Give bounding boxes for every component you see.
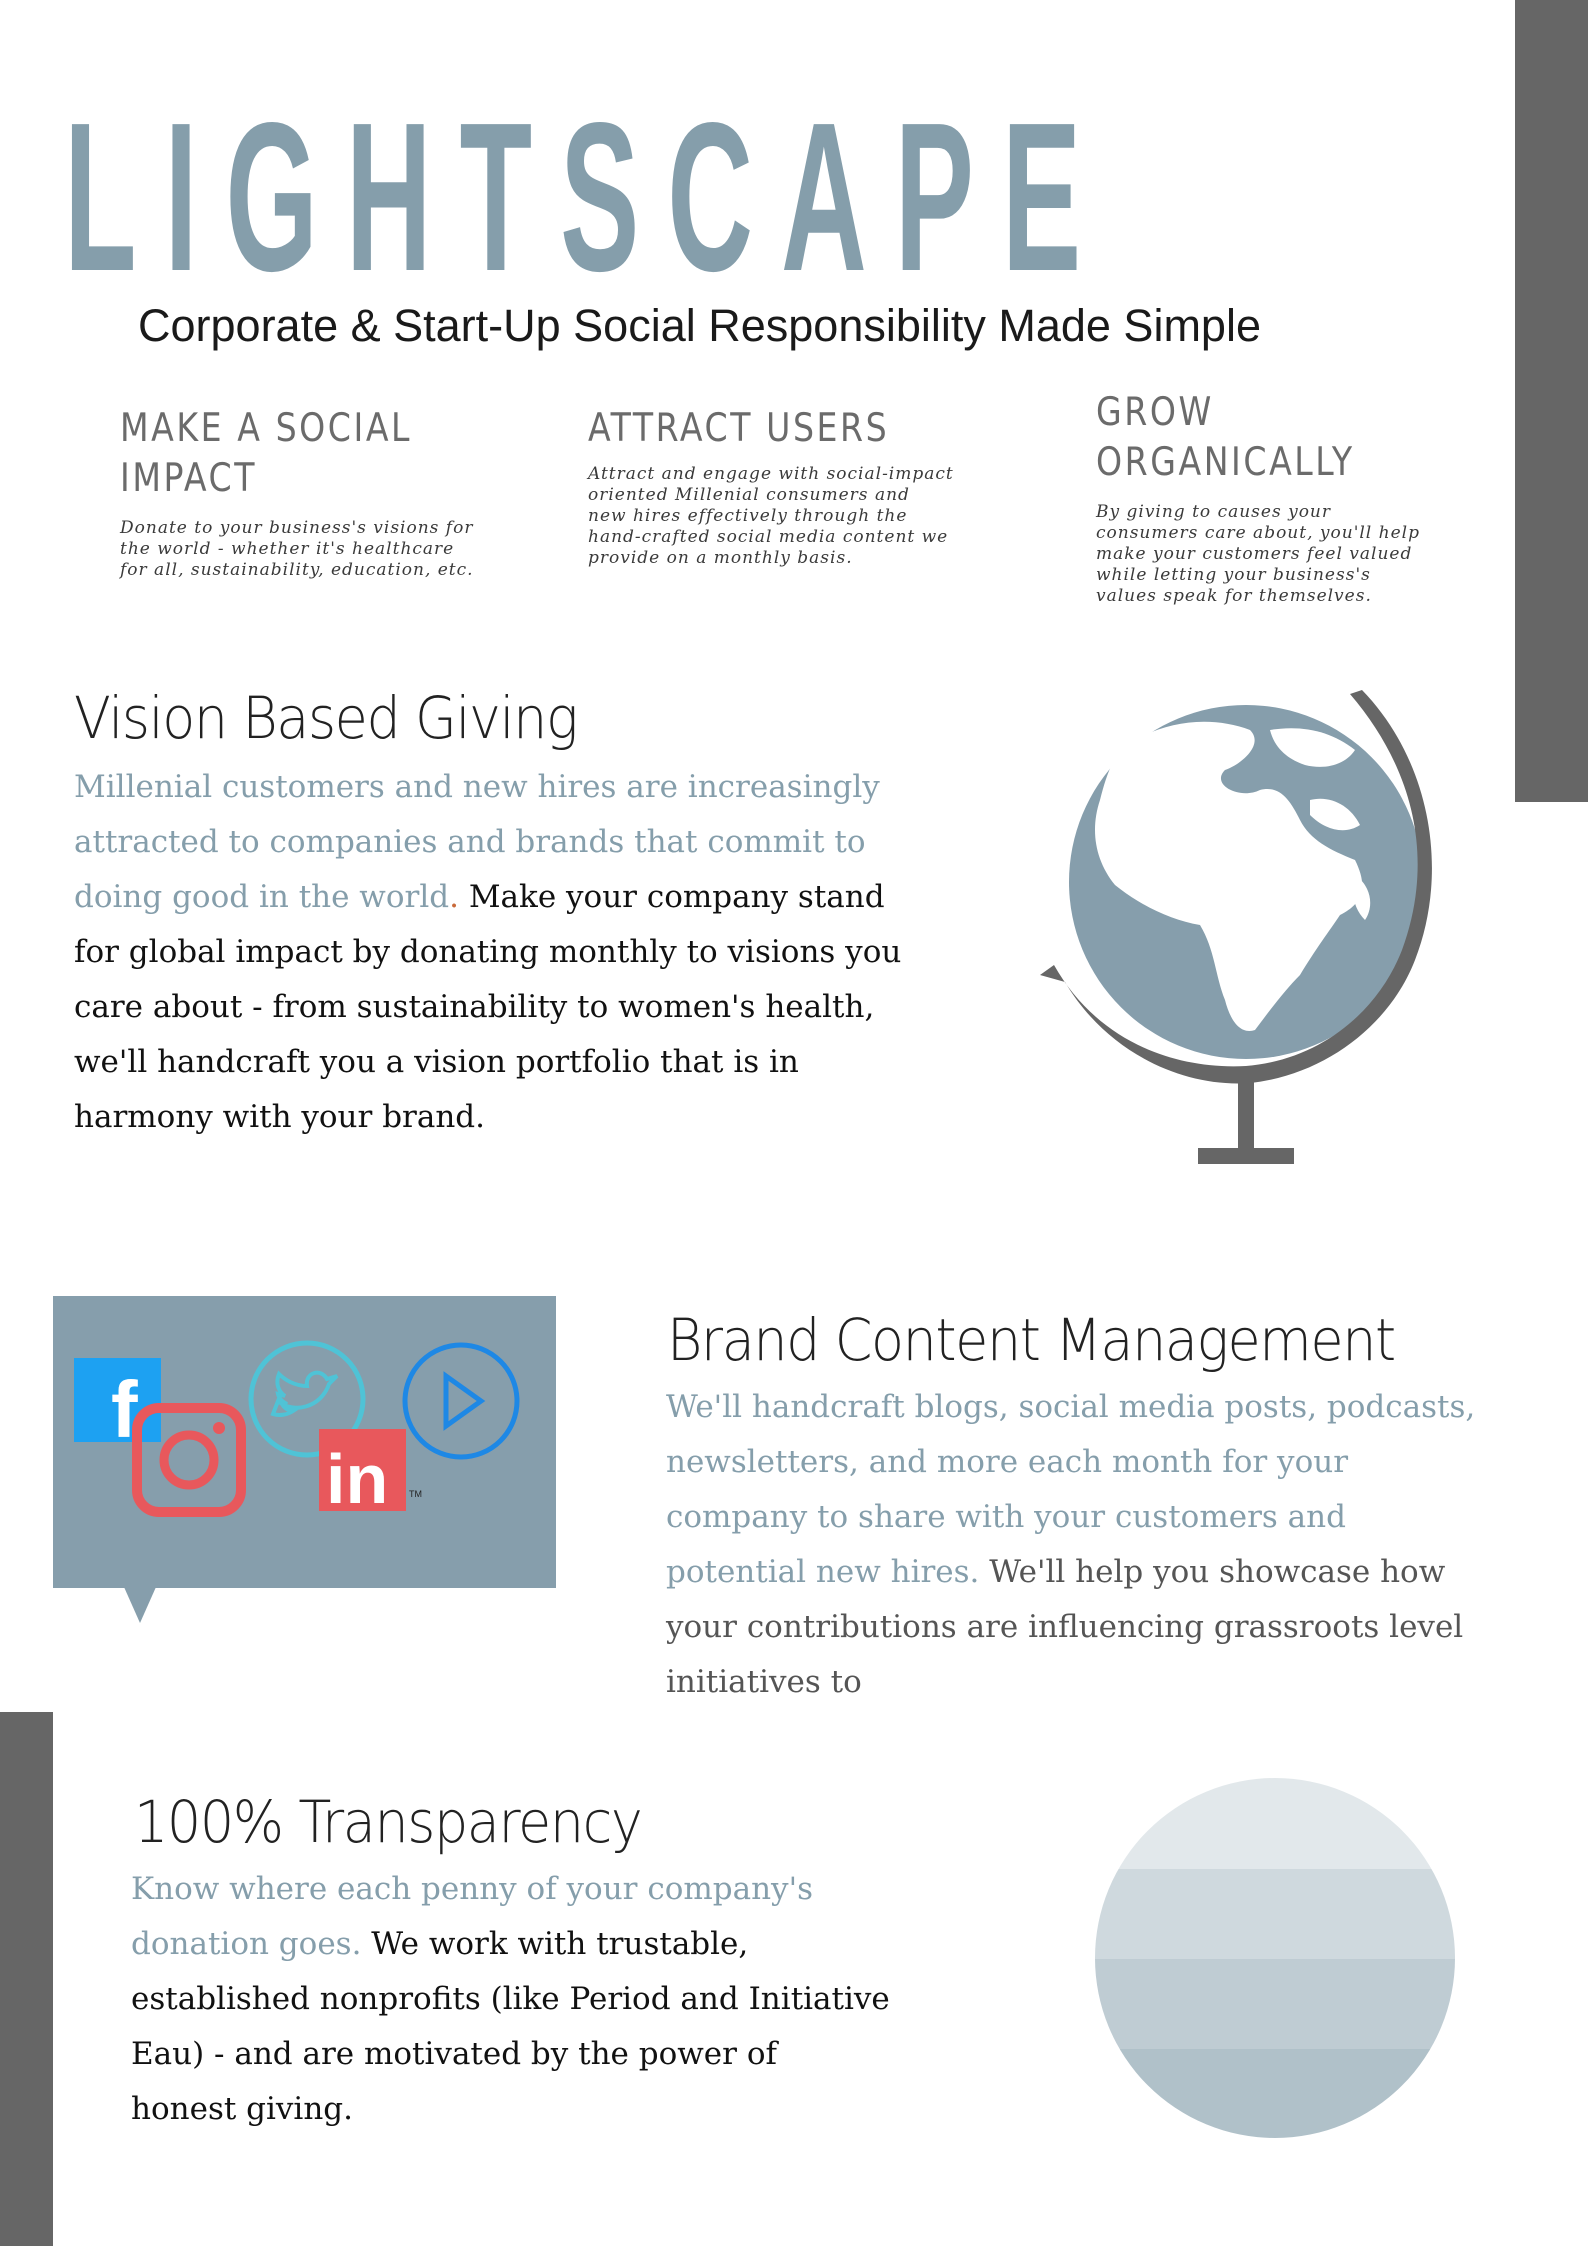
feature-social-impact: MAKE A SOCIAL IMPACT Donate to your busi… <box>120 404 540 581</box>
feature-attract-users: ATTRACT USERS Attract and engage with so… <box>588 404 968 569</box>
feature-title: GROW ORGANICALLY <box>1096 390 1355 485</box>
feature-text: Donate to your business's visions for th… <box>120 518 474 580</box>
speech-bubble-tail <box>124 1587 156 1623</box>
feature-text: Attract and engage with social-impact or… <box>588 464 954 568</box>
vision-period: . <box>449 879 459 915</box>
section-body-transparency: Know where each penny of your company's … <box>131 1862 891 2137</box>
section-title-vision: Vision Based Giving <box>74 684 578 752</box>
linkedin-glyph: in <box>326 1440 388 1518</box>
tagline: Corporate & Start-Up Social Responsibili… <box>138 300 1261 351</box>
feature-grow-organically: GROW ORGANICALLY By giving to causes you… <box>1096 388 1456 607</box>
section-title-brand-content: Brand Content Management <box>667 1306 1396 1374</box>
globe-icon <box>1040 690 1432 1164</box>
vision-body: Make your company stand for global impac… <box>74 879 902 1135</box>
feature-title: ATTRACT USERS <box>588 406 890 451</box>
feature-text: By giving to causes your consumers care … <box>1096 502 1420 606</box>
section-title-transparency: 100% Transparency <box>134 1788 643 1856</box>
right-side-bar <box>1515 0 1588 802</box>
social-icons-cluster: f in TM <box>74 1340 520 1518</box>
section-body-vision: Millenial customers and new hires are in… <box>74 760 914 1145</box>
trademark-mark: TM <box>409 1489 422 1499</box>
left-side-bar <box>0 1712 53 2246</box>
feature-title: MAKE A SOCIAL IMPACT <box>120 406 413 501</box>
striped-circle-graphic <box>1095 1778 1455 2138</box>
play-icon <box>402 1342 520 1460</box>
section-body-brand-content: We'll handcraft blogs, social media post… <box>666 1380 1486 1710</box>
brand-logo-text: LIGHTSCAPE <box>64 78 1110 315</box>
